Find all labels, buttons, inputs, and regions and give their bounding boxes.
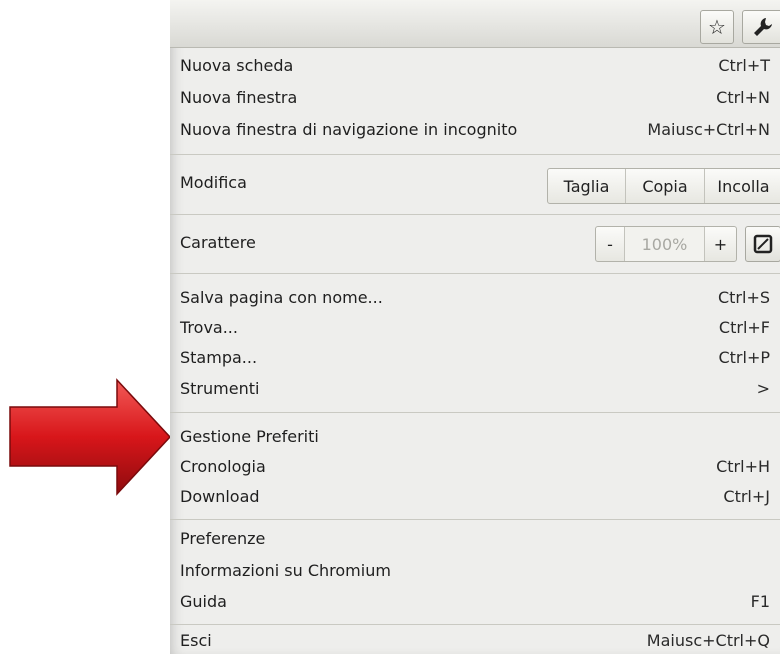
menu-separator [170,519,780,520]
menu-item-label: Nuova scheda [180,55,294,75]
menu-item-label: Informazioni su Chromium [180,560,391,580]
menu-item-new-window[interactable]: Nuova finestra Ctrl+N [170,82,780,112]
menu-item-shortcut: Maiusc+Ctrl+N [647,119,770,139]
menu-item-shortcut: Ctrl+N [716,87,770,107]
menu-item-find[interactable]: Trova... Ctrl+F [170,312,780,342]
menu-item-label: Download [180,486,260,506]
paste-button[interactable]: Incolla [704,169,780,203]
menu-item-save-page[interactable]: Salva pagina con nome... Ctrl+S [170,282,780,312]
menu-item-label: Strumenti [180,378,260,398]
chromium-wrench-menu: ☆ Nuova scheda Ctrl+T Nuova finestra Ctr… [170,0,780,654]
star-icon[interactable]: ☆ [700,10,734,44]
menu-item-shortcut: Ctrl+S [717,287,770,307]
menu-item-shortcut: Ctrl+T [718,55,770,75]
edit-button-group: Taglia Copia Incolla [547,168,780,204]
zoom-level: 100% [624,227,704,261]
menu-separator [170,273,780,274]
wrench-icon[interactable] [742,10,780,44]
cut-button[interactable]: Taglia [548,169,625,203]
menu-separator [170,412,780,413]
menu-item-about[interactable]: Informazioni su Chromium [170,555,780,585]
zoom-out-button[interactable]: - [596,227,624,261]
menu-item-shortcut: Maiusc+Ctrl+Q [646,630,770,650]
edit-label: Modifica [180,173,247,192]
copy-button[interactable]: Copia [625,169,704,203]
red-arrow-icon [9,378,172,496]
menu-item-label: Nuova finestra di navigazione in incogni… [180,119,518,139]
menu-item-label: Esci [180,630,212,650]
menu-item-label: Nuova finestra [180,87,298,107]
menu-item-new-tab[interactable]: Nuova scheda Ctrl+T [170,50,780,80]
menu-item-help[interactable]: Guida F1 [170,586,780,616]
menu-item-shortcut: Ctrl+H [716,456,770,476]
menu-separator [170,624,780,625]
zoom-button-group: - 100% + [595,226,737,262]
menu-item-label: Trova... [180,317,238,337]
menu-item-history[interactable]: Cronologia Ctrl+H [170,451,780,481]
menu-item-label: Cronologia [180,456,266,476]
menu-item-tools[interactable]: Strumenti > [170,373,780,403]
chevron-right-icon: > [756,378,770,398]
menu-item-new-incognito-window[interactable]: Nuova finestra di navigazione in incogni… [170,114,780,144]
zoom-in-button[interactable]: + [704,227,736,261]
menu-item-shortcut: Ctrl+F [718,317,770,337]
menu-item-shortcut: F1 [750,591,770,611]
menu-item-print[interactable]: Stampa... Ctrl+P [170,342,780,372]
menu-item-label: Salva pagina con nome... [180,287,383,307]
fullscreen-icon[interactable] [745,226,780,262]
zoom-label: Carattere [180,232,256,252]
menu-item-exit[interactable]: Esci Maiusc+Ctrl+Q [170,626,780,654]
toolbar: ☆ [170,0,780,48]
menu-item-shortcut: Ctrl+J [723,486,770,506]
menu-item-label: Preferenze [180,528,266,548]
menu-item-bookmark-manager[interactable]: Gestione Preferiti [170,421,780,451]
menu-item-shortcut: Ctrl+P [718,347,770,367]
menu-item-label: Guida [180,591,227,611]
menu-item-preferences[interactable]: Preferenze [170,523,780,553]
menu-item-downloads[interactable]: Download Ctrl+J [170,481,780,511]
menu-item-label: Stampa... [180,347,258,367]
menu-item-label: Gestione Preferiti [180,426,319,446]
